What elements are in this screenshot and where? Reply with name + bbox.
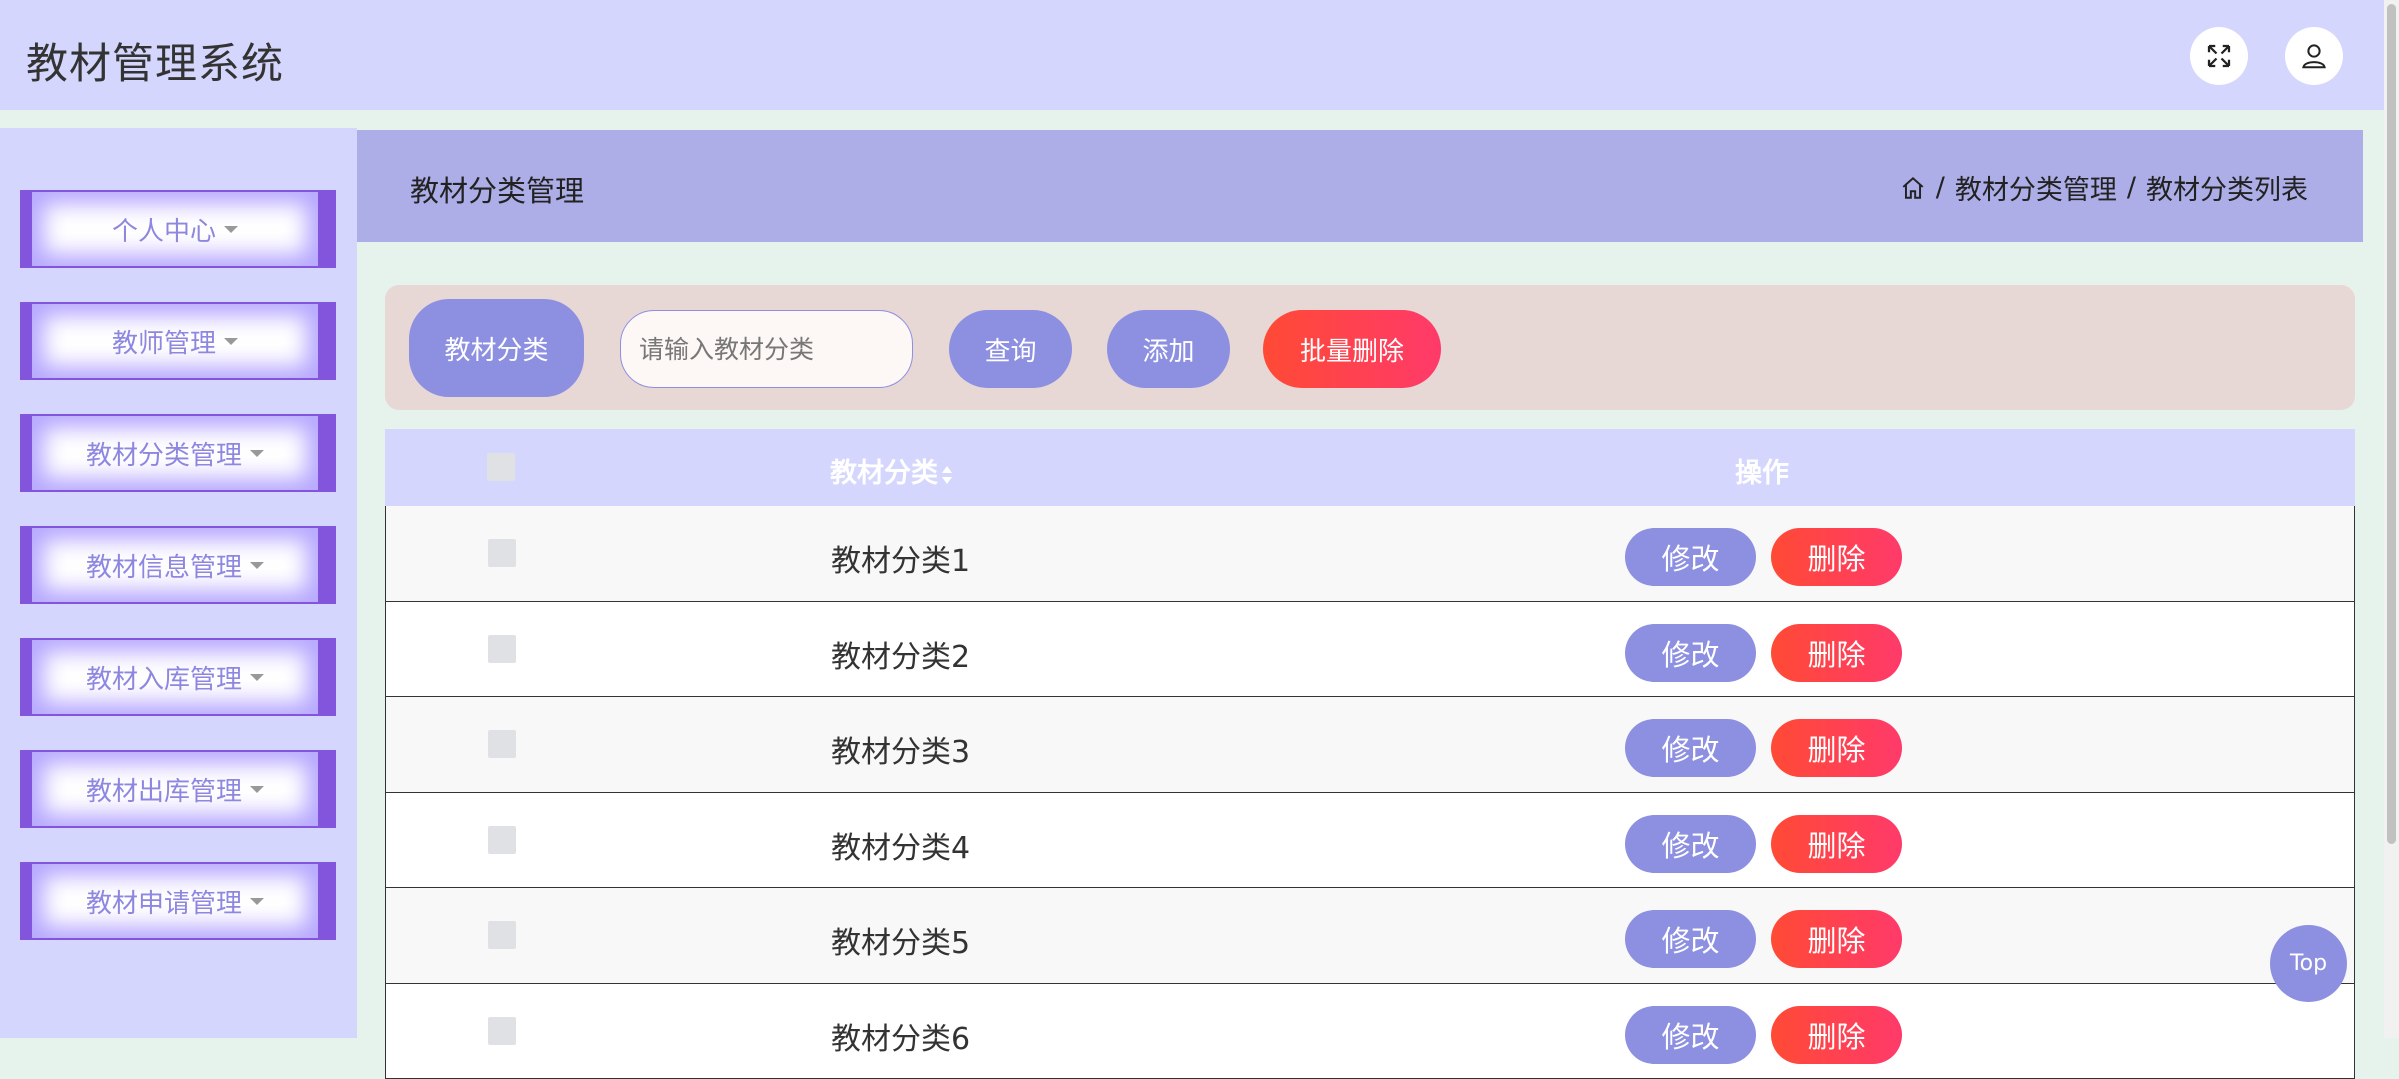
sidebar-item-personal-center[interactable]: 个人中心: [20, 190, 336, 268]
fullscreen-button[interactable]: [2190, 27, 2248, 85]
sidebar-item-teacher-management[interactable]: 教师管理: [20, 302, 336, 380]
edit-button[interactable]: 修改: [1625, 910, 1756, 968]
caret-down-icon: [250, 674, 264, 681]
batch-delete-button[interactable]: 批量删除: [1263, 310, 1441, 388]
breadcrumb-item-list: 教材分类列表: [2146, 168, 2308, 207]
edit-button[interactable]: 修改: [1625, 1006, 1756, 1064]
table-row: 教材分类1 修改 删除: [385, 506, 2355, 602]
delete-button[interactable]: 删除: [1771, 1006, 1902, 1064]
page-title: 教材分类管理: [410, 168, 584, 210]
search-field-label: 教材分类: [409, 299, 584, 397]
column-header-operations: 操作: [1735, 451, 1789, 490]
category-cell: 教材分类6: [831, 1014, 970, 1058]
column-header-label: 教材分类: [830, 458, 938, 489]
table-row: 教材分类6 修改 删除: [385, 984, 2355, 1079]
delete-button[interactable]: 删除: [1771, 624, 1902, 682]
sidebar: 个人中心 教师管理 教材分类管理 教材信息管理 教材入库管理 教材出库管理 教材…: [0, 128, 357, 1038]
top-header: 教材管理系统: [0, 0, 2384, 110]
category-cell: 教材分类2: [831, 632, 970, 676]
row-checkbox[interactable]: [488, 1017, 516, 1045]
page-scrollbar[interactable]: [2384, 0, 2399, 1038]
back-to-top-button[interactable]: Top: [2270, 925, 2347, 1002]
delete-button[interactable]: 删除: [1771, 815, 1902, 873]
column-header-category[interactable]: 教材分类: [830, 451, 954, 490]
search-input[interactable]: [620, 310, 913, 388]
delete-button[interactable]: 删除: [1771, 528, 1902, 586]
table-row: 教材分类2 修改 删除: [385, 602, 2355, 698]
delete-button[interactable]: 删除: [1771, 910, 1902, 968]
breadcrumb: / 教材分类管理 / 教材分类列表: [1900, 168, 2308, 207]
sidebar-item-label: 教材出库管理: [86, 771, 242, 808]
app-title: 教材管理系统: [26, 30, 284, 91]
sort-icon[interactable]: [940, 464, 954, 486]
page-header: 教材分类管理 / 教材分类管理 / 教材分类列表: [357, 130, 2363, 242]
sidebar-item-label: 教材分类管理: [86, 435, 242, 472]
table-row: 教材分类3 修改 删除: [385, 697, 2355, 793]
query-button[interactable]: 查询: [949, 310, 1072, 388]
edit-button[interactable]: 修改: [1625, 624, 1756, 682]
sidebar-item-category-management[interactable]: 教材分类管理: [20, 414, 336, 492]
caret-down-icon: [250, 450, 264, 457]
category-cell: 教材分类5: [831, 918, 970, 962]
table-row: 教材分类4 修改 删除: [385, 793, 2355, 889]
row-checkbox[interactable]: [488, 539, 516, 567]
fullscreen-icon: [2204, 41, 2234, 71]
breadcrumb-separator: /: [2127, 172, 2136, 203]
edit-button[interactable]: 修改: [1625, 719, 1756, 777]
user-button[interactable]: [2285, 27, 2343, 85]
category-table: 教材分类 操作 教材分类1 修改 删除 教材分类2 修改 删除 教材分类3 修改…: [385, 429, 2355, 1079]
caret-down-icon: [250, 562, 264, 569]
select-all-checkbox[interactable]: [487, 453, 515, 481]
delete-button[interactable]: 删除: [1771, 719, 1902, 777]
table-row: 教材分类5 修改 删除: [385, 888, 2355, 984]
category-cell: 教材分类4: [831, 823, 970, 867]
sidebar-item-application-management[interactable]: 教材申请管理: [20, 862, 336, 940]
sidebar-item-stock-out-management[interactable]: 教材出库管理: [20, 750, 336, 828]
category-cell: 教材分类3: [831, 727, 970, 771]
sidebar-item-label: 教师管理: [112, 323, 216, 360]
caret-down-icon: [250, 786, 264, 793]
caret-down-icon: [224, 226, 238, 233]
sidebar-item-label: 教材信息管理: [86, 547, 242, 584]
sidebar-item-info-management[interactable]: 教材信息管理: [20, 526, 336, 604]
caret-down-icon: [250, 898, 264, 905]
sidebar-item-label: 个人中心: [112, 211, 216, 248]
caret-down-icon: [224, 338, 238, 345]
row-checkbox[interactable]: [488, 635, 516, 663]
home-icon[interactable]: [1900, 175, 1926, 201]
breadcrumb-separator: /: [1936, 172, 1945, 203]
table-header: 教材分类 操作: [385, 429, 2355, 506]
breadcrumb-item-category[interactable]: 教材分类管理: [1955, 168, 2117, 207]
edit-button[interactable]: 修改: [1625, 815, 1756, 873]
add-button[interactable]: 添加: [1107, 310, 1230, 388]
sidebar-item-stock-in-management[interactable]: 教材入库管理: [20, 638, 336, 716]
row-checkbox[interactable]: [488, 921, 516, 949]
search-panel: 教材分类 查询 添加 批量删除: [385, 285, 2355, 410]
category-cell: 教材分类1: [831, 536, 970, 580]
row-checkbox[interactable]: [488, 826, 516, 854]
user-icon: [2299, 41, 2329, 71]
edit-button[interactable]: 修改: [1625, 528, 1756, 586]
sidebar-item-label: 教材入库管理: [86, 659, 242, 696]
sidebar-item-label: 教材申请管理: [86, 883, 242, 920]
scrollbar-thumb[interactable]: [2387, 4, 2396, 844]
row-checkbox[interactable]: [488, 730, 516, 758]
